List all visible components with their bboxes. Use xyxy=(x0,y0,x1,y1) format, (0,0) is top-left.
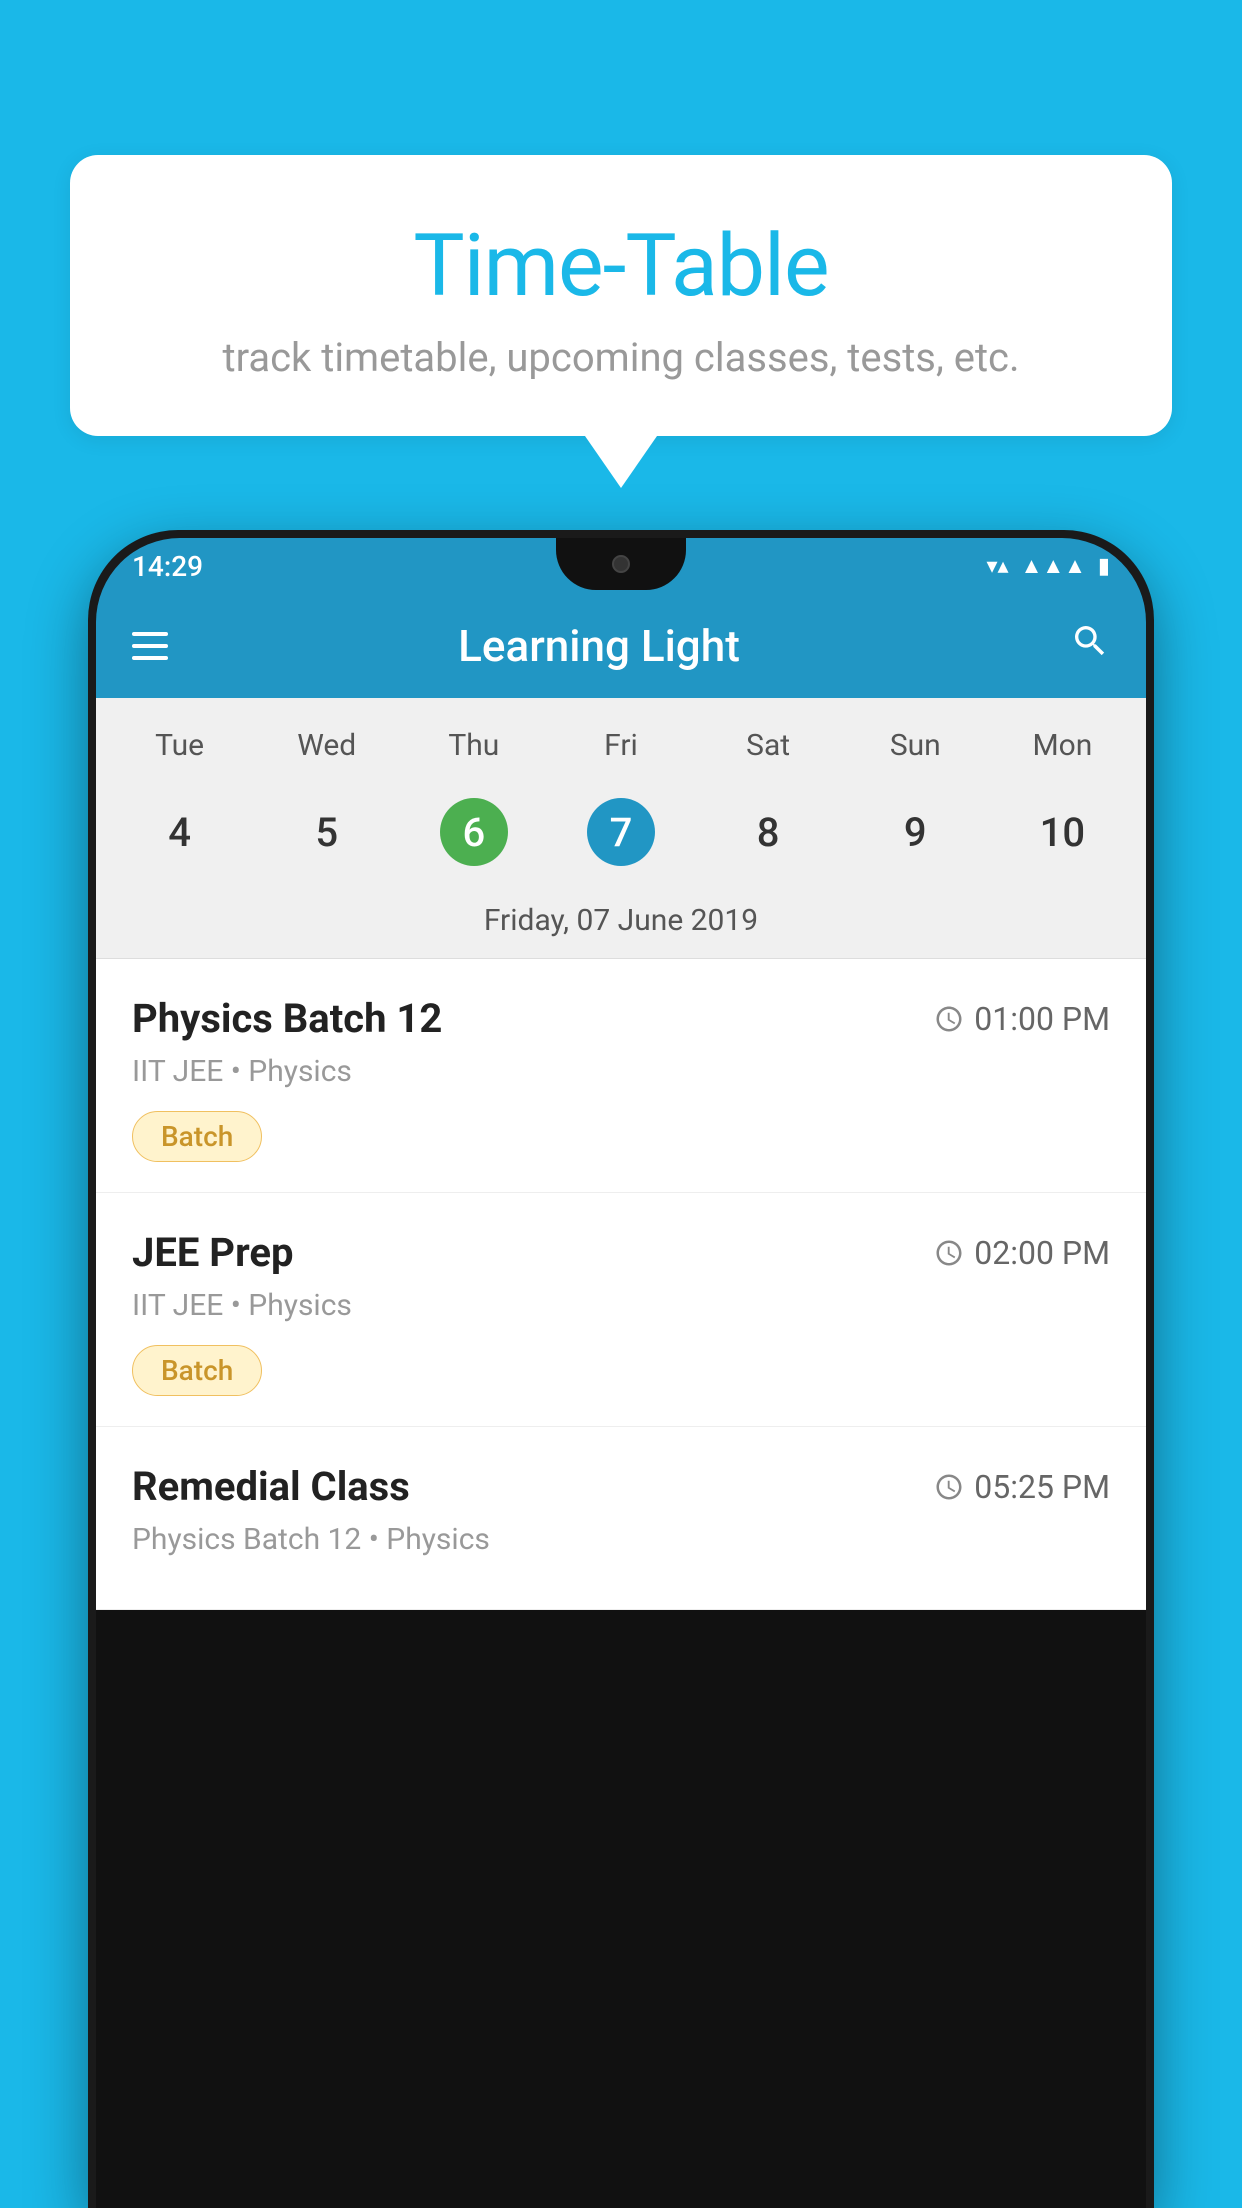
item-1-subtitle: IIT JEE • Physics xyxy=(132,1054,1110,1089)
search-button[interactable] xyxy=(1070,620,1110,672)
date-10[interactable]: 10 xyxy=(989,788,1136,876)
date-6-today[interactable]: 6 xyxy=(400,788,547,876)
date-5[interactable]: 5 xyxy=(253,788,400,876)
wifi-icon: ▾▴ xyxy=(986,554,1008,579)
screen-content: Tue Wed Thu Fri Sat Sun Mon 4 5 xyxy=(96,698,1146,2208)
feature-title: Time-Table xyxy=(130,215,1112,316)
item-1-badge: Batch xyxy=(132,1111,262,1162)
calendar-dates: 4 5 6 7 8 9 xyxy=(96,783,1146,891)
battery-icon: ▮ xyxy=(1098,554,1110,579)
item-3-subtitle: Physics Batch 12 • Physics xyxy=(132,1522,1110,1557)
item-2-subtitle: IIT JEE • Physics xyxy=(132,1288,1110,1323)
schedule-item-physics-batch-12[interactable]: Physics Batch 12 01:00 PM IIT JEE • Phys… xyxy=(96,959,1146,1193)
selected-date-label: Friday, 07 June 2019 xyxy=(96,891,1146,959)
day-sun[interactable]: Sun xyxy=(842,718,989,773)
date-7-selected[interactable]: 7 xyxy=(547,788,694,876)
item-1-title: Physics Batch 12 xyxy=(132,995,442,1042)
schedule-item-jee-prep[interactable]: JEE Prep 02:00 PM IIT JEE • Physics Batc… xyxy=(96,1193,1146,1427)
calendar-days-header: Tue Wed Thu Fri Sat Sun Mon xyxy=(96,698,1146,783)
feature-subtitle: track timetable, upcoming classes, tests… xyxy=(130,334,1112,381)
app-bar: Learning Light xyxy=(96,594,1146,698)
date-9[interactable]: 9 xyxy=(842,788,989,876)
item-3-time: 05:25 PM xyxy=(934,1468,1110,1506)
date-8[interactable]: 8 xyxy=(695,788,842,876)
item-3-title: Remedial Class xyxy=(132,1463,410,1510)
signal-icon: ▲▲▲ xyxy=(1021,553,1086,579)
speech-bubble: Time-Table track timetable, upcoming cla… xyxy=(70,155,1172,436)
day-wed[interactable]: Wed xyxy=(253,718,400,773)
date-4[interactable]: 4 xyxy=(106,788,253,876)
phone-inner: 14:29 ▾▴ ▲▲▲ ▮ Learning Light xyxy=(96,538,1146,2208)
item-2-time: 02:00 PM xyxy=(934,1234,1110,1272)
phone-notch xyxy=(556,538,686,590)
item-1-time: 01:00 PM xyxy=(934,1000,1110,1038)
day-fri[interactable]: Fri xyxy=(547,718,694,773)
front-camera xyxy=(612,555,630,573)
speech-bubble-arrow xyxy=(585,436,657,488)
calendar-section: Tue Wed Thu Fri Sat Sun Mon 4 5 xyxy=(96,698,1146,959)
status-time: 14:29 xyxy=(132,550,203,583)
schedule-item-remedial-class[interactable]: Remedial Class 05:25 PM Physics Batch 12… xyxy=(96,1427,1146,1610)
item-2-badge: Batch xyxy=(132,1345,262,1396)
day-thu[interactable]: Thu xyxy=(400,718,547,773)
status-icons: ▾▴ ▲▲▲ ▮ xyxy=(986,553,1110,579)
day-mon[interactable]: Mon xyxy=(989,718,1136,773)
phone-frame: 14:29 ▾▴ ▲▲▲ ▮ Learning Light xyxy=(88,530,1154,2208)
item-2-title: JEE Prep xyxy=(132,1229,293,1276)
app-title: Learning Light xyxy=(128,620,1070,672)
clock-icon-1 xyxy=(934,1004,964,1034)
schedule-list: Physics Batch 12 01:00 PM IIT JEE • Phys… xyxy=(96,959,1146,1610)
day-sat[interactable]: Sat xyxy=(695,718,842,773)
speech-bubble-section: Time-Table track timetable, upcoming cla… xyxy=(70,155,1172,488)
day-tue[interactable]: Tue xyxy=(106,718,253,773)
clock-icon-3 xyxy=(934,1472,964,1502)
clock-icon-2 xyxy=(934,1238,964,1268)
